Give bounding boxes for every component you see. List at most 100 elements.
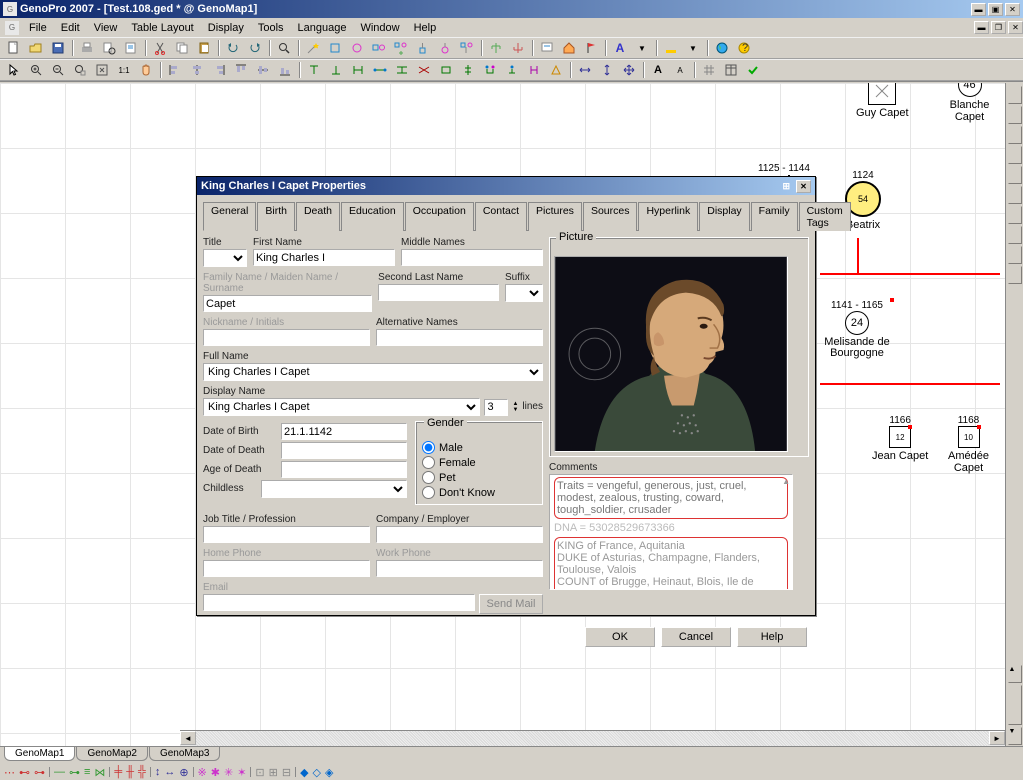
zoom-out-icon[interactable] (48, 61, 68, 79)
maximize-button[interactable]: ▣ (988, 3, 1003, 16)
gender-unknown-radio[interactable] (422, 486, 435, 499)
tab-display-dlg[interactable]: Display (699, 202, 749, 231)
company-input[interactable] (376, 526, 543, 543)
menu-table[interactable]: Table Layout (124, 20, 200, 36)
tab-family[interactable]: Family (751, 202, 798, 231)
wizard-icon[interactable] (303, 39, 323, 57)
help-icon[interactable]: ? (734, 39, 754, 57)
home-icon[interactable] (559, 39, 579, 57)
check-icon[interactable] (743, 61, 763, 79)
paste-icon[interactable] (194, 39, 214, 57)
node-melisande[interactable]: 1141 - 1165 24 Melisande de Bourgogne (822, 300, 892, 359)
add-parents-icon[interactable] (457, 39, 477, 57)
grid-icon[interactable] (699, 61, 719, 79)
rel-10-icon[interactable] (502, 61, 522, 79)
tab-genomap3[interactable]: GenoMap3 (149, 747, 220, 761)
node-amedee[interactable]: 1168 10 Amédée Capet (932, 415, 1005, 474)
display-name-select[interactable]: King Charles I Capet (203, 398, 480, 416)
menu-tools[interactable]: Tools (251, 20, 291, 36)
rel-12-icon[interactable] (546, 61, 566, 79)
menu-help[interactable]: Help (407, 20, 444, 36)
rel-5-icon[interactable] (392, 61, 412, 79)
arrow-down-2-icon[interactable]: ▼ (683, 39, 703, 57)
minimize-button[interactable]: ▬ (971, 3, 986, 16)
childless-select[interactable] (261, 480, 408, 498)
rel-1-icon[interactable] (304, 61, 324, 79)
comments-textarea[interactable]: Traits = vengeful, generous, just, cruel… (549, 474, 793, 590)
nickname-input[interactable] (203, 329, 370, 346)
picture-box[interactable] (554, 256, 788, 452)
rel-4-icon[interactable] (370, 61, 390, 79)
alt-names-input[interactable] (376, 329, 543, 346)
menu-file[interactable]: File (22, 20, 54, 36)
align-left-icon[interactable] (165, 61, 185, 79)
find-icon[interactable] (274, 39, 294, 57)
work-phone-input[interactable] (376, 560, 543, 577)
align-top-icon[interactable] (231, 61, 251, 79)
gender-female-radio[interactable] (422, 456, 435, 469)
undo-icon[interactable] (223, 39, 243, 57)
r-move-icon[interactable] (1008, 86, 1022, 104)
scroll-right-icon[interactable]: ► (989, 731, 1005, 745)
r-flag-icon[interactable] (1008, 206, 1022, 224)
rel-8-icon[interactable] (458, 61, 478, 79)
align-bottom-icon[interactable] (275, 61, 295, 79)
add-daughter-icon[interactable] (435, 39, 455, 57)
r-link-icon[interactable] (1008, 146, 1022, 164)
scroll-down-icon[interactable]: ▼ (1008, 727, 1022, 745)
ok-button[interactable]: OK (585, 627, 655, 647)
tab-occupation[interactable]: Occupation (405, 202, 474, 231)
zoom-in-icon[interactable] (26, 61, 46, 79)
male-icon[interactable] (325, 39, 345, 57)
dod-input[interactable] (281, 442, 407, 459)
node-blanche[interactable]: 46 Blanche Capet (934, 83, 1005, 123)
text-small-icon[interactable]: A (670, 61, 690, 79)
r-box-icon[interactable] (1008, 266, 1022, 284)
tab-hyperlink[interactable]: Hyperlink (638, 202, 698, 231)
scroll-thumb[interactable] (1008, 685, 1022, 725)
tab-birth[interactable]: Birth (257, 202, 295, 231)
node-guy[interactable]: Guy Capet (856, 83, 909, 119)
scroll-up-icon[interactable]: ▲ (1008, 665, 1022, 683)
text-label-icon[interactable]: A (648, 61, 668, 79)
dialog-toolbar-icon[interactable]: ⊞ (782, 181, 790, 192)
full-name-select[interactable]: King Charles I Capet (203, 363, 543, 381)
align-center-h-icon[interactable] (187, 61, 207, 79)
rel-3-icon[interactable] (348, 61, 368, 79)
menu-language[interactable]: Language (291, 20, 354, 36)
home-phone-input[interactable] (203, 560, 370, 577)
tree1-icon[interactable] (486, 39, 506, 57)
pointer-icon[interactable] (4, 61, 24, 79)
r-male-icon[interactable] (1008, 106, 1022, 124)
annotate-icon[interactable] (537, 39, 557, 57)
job-input[interactable] (203, 526, 370, 543)
r-label-icon[interactable] (1008, 246, 1022, 264)
aod-input[interactable] (281, 461, 407, 478)
dialog-close-button[interactable]: ✕ (796, 180, 811, 193)
gender-pet-radio[interactable] (422, 471, 435, 484)
dialog-titlebar[interactable]: King Charles I Capet Properties ⊞ ✕ (197, 177, 815, 195)
rel-7-icon[interactable] (436, 61, 456, 79)
move-v-icon[interactable] (597, 61, 617, 79)
tab-genomap1[interactable]: GenoMap1 (4, 747, 75, 761)
autofit-icon[interactable] (92, 61, 112, 79)
first-name-input[interactable] (253, 249, 395, 266)
lines-down-icon[interactable]: ▼ (512, 407, 518, 413)
suffix-select[interactable] (505, 284, 543, 302)
print-preview-icon[interactable] (99, 39, 119, 57)
tab-education[interactable]: Education (341, 202, 404, 231)
cancel-button[interactable]: Cancel (661, 627, 731, 647)
table-icon[interactable] (721, 61, 741, 79)
gender-male-radio[interactable] (422, 441, 435, 454)
tree2-icon[interactable] (508, 39, 528, 57)
color-icon[interactable] (661, 39, 681, 57)
redo-icon[interactable] (245, 39, 265, 57)
r-home-icon[interactable] (1008, 226, 1022, 244)
dob-input[interactable] (281, 423, 407, 440)
zoom-fit-icon[interactable] (70, 61, 90, 79)
report-icon[interactable] (121, 39, 141, 57)
r-tree-icon[interactable] (1008, 166, 1022, 184)
mdi-restore-button[interactable]: ❐ (991, 21, 1006, 34)
mdi-close-button[interactable]: ✕ (1008, 21, 1023, 34)
help-button[interactable]: Help (737, 627, 807, 647)
